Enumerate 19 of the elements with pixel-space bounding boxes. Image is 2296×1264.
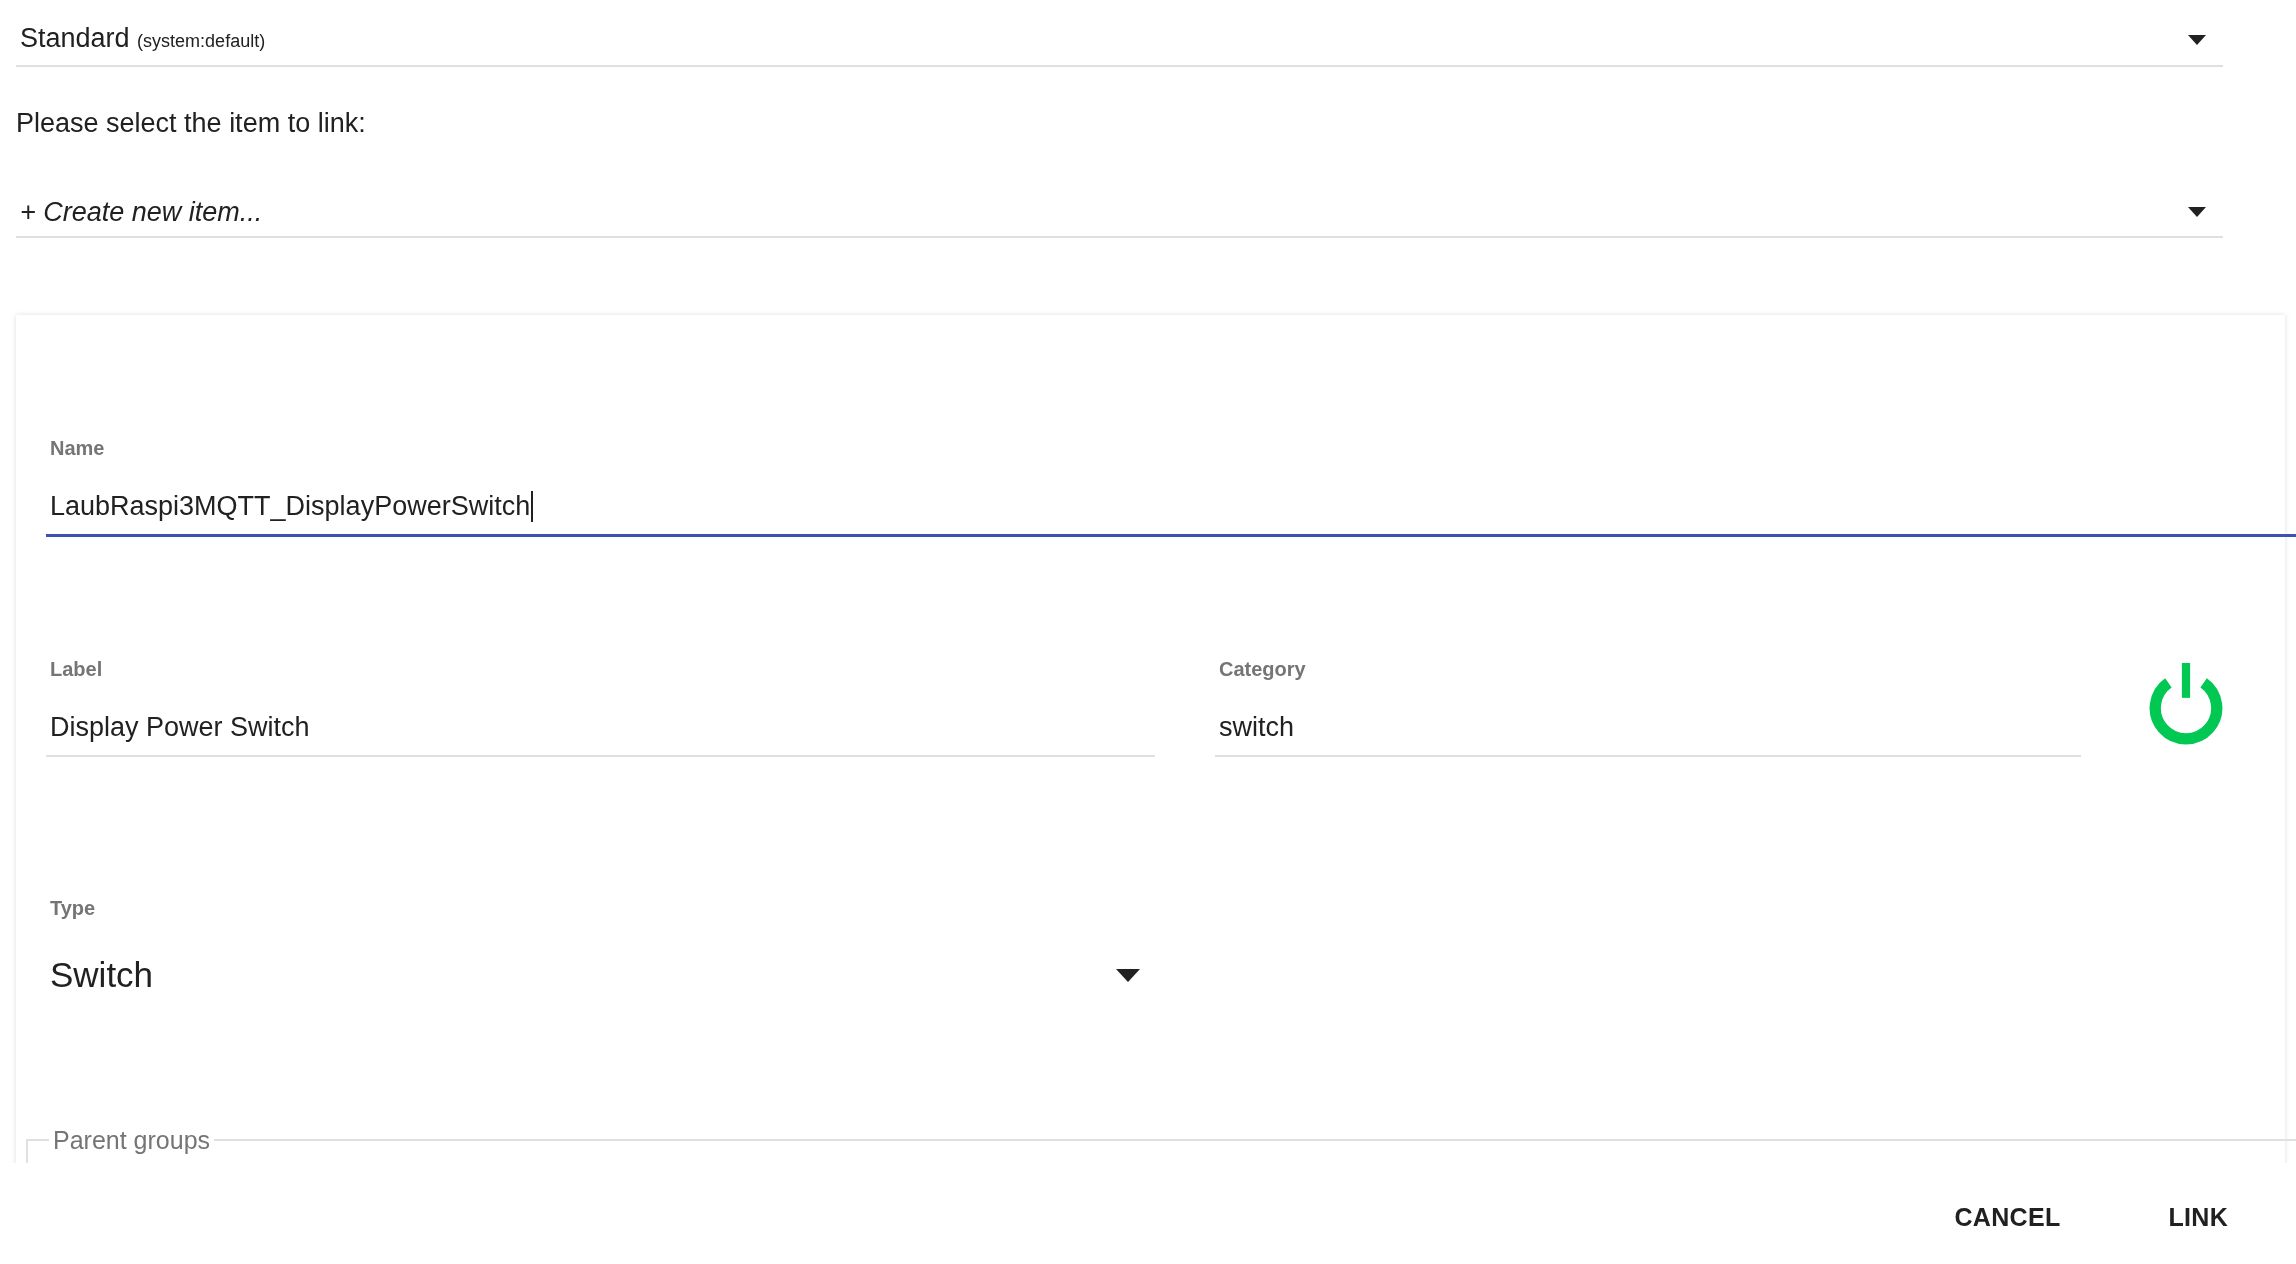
field-label: Category xyxy=(1218,657,1307,681)
link-button[interactable]: LINK xyxy=(2152,1190,2244,1244)
caret-icon xyxy=(1116,968,1140,982)
field-label: Type xyxy=(49,896,97,920)
category-input[interactable]: switch xyxy=(1215,707,2081,757)
name-input[interactable]: LaubRaspi3MQTT_DisplayPowerSwitch xyxy=(46,486,2296,537)
label-input[interactable]: Display Power Switch xyxy=(46,707,1155,757)
field-label: Name xyxy=(49,436,106,460)
power-icon xyxy=(2149,663,2223,745)
type-dropdown[interactable]: Switch xyxy=(46,951,1155,1009)
cancel-button[interactable]: CANCEL xyxy=(1938,1190,2077,1244)
profile-dropdown[interactable]: Standard (system:default) xyxy=(16,0,2223,67)
field-label: Label xyxy=(49,657,104,681)
text-cursor-icon xyxy=(531,490,534,522)
caret-icon xyxy=(2188,207,2206,217)
caret-icon xyxy=(2188,34,2206,45)
parent-groups-legend: Parent groups xyxy=(49,1125,215,1155)
item-dropdown[interactable]: + Create new item... xyxy=(16,174,2223,238)
prompt-text: Please select the item to link: xyxy=(16,107,367,140)
